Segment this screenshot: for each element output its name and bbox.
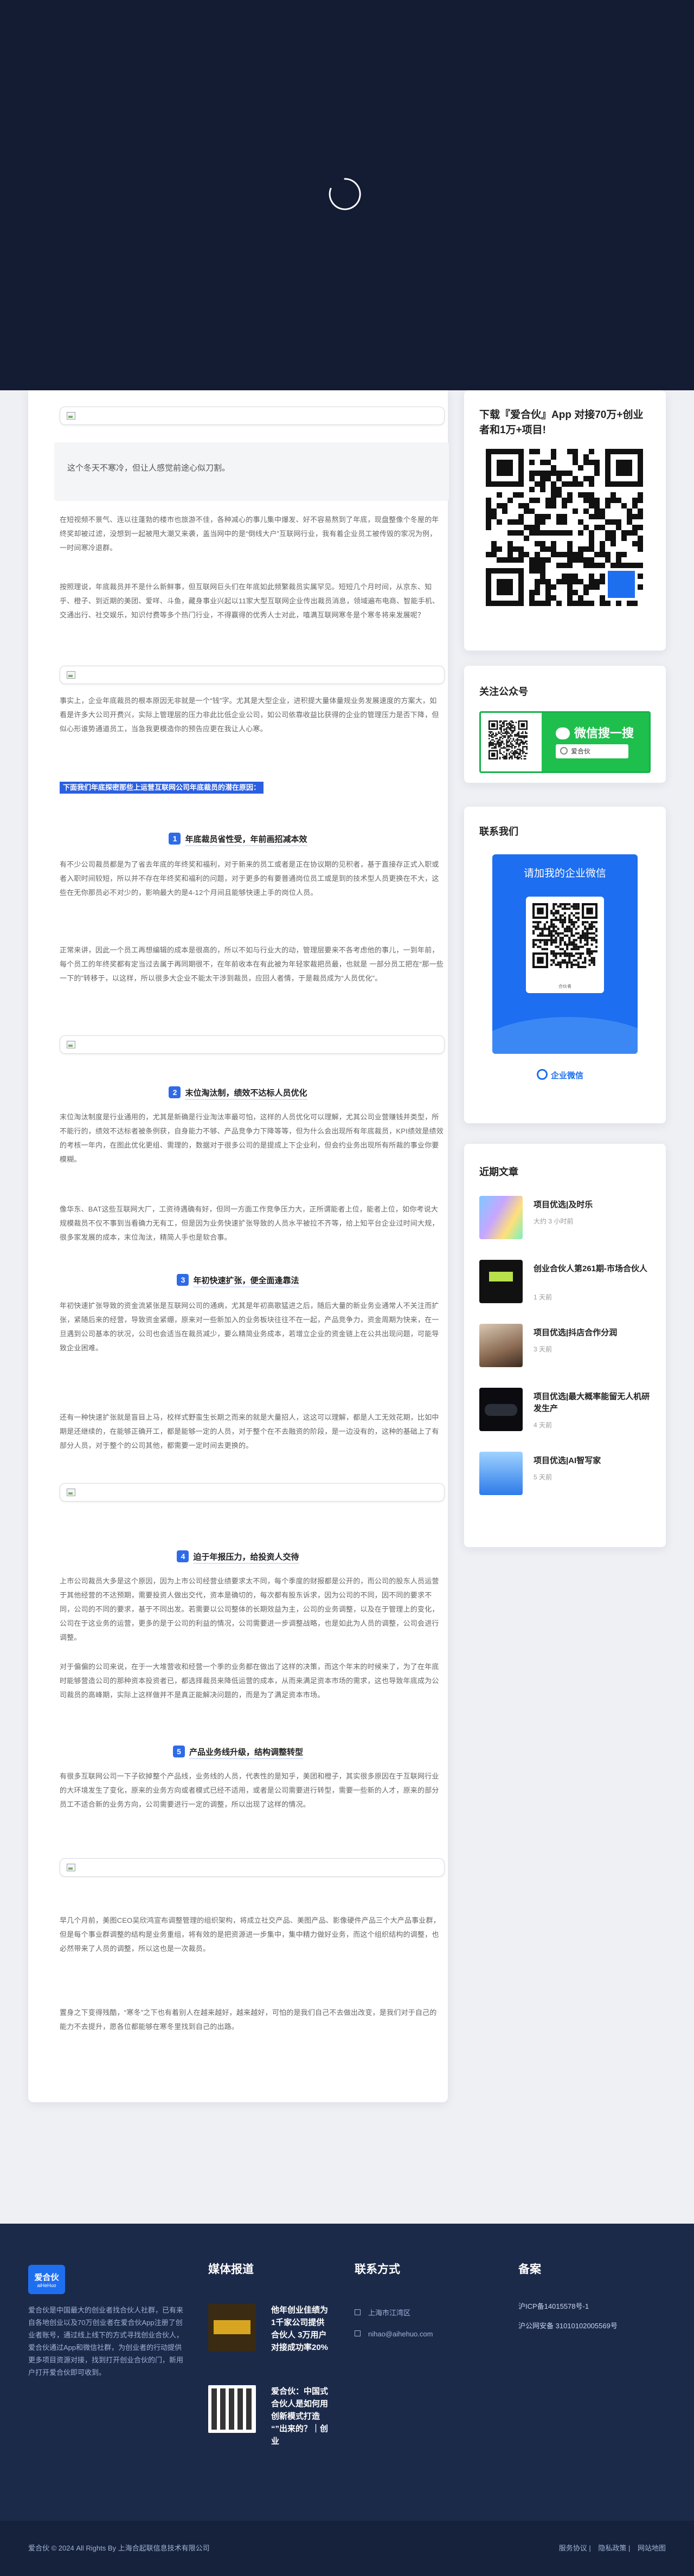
download-app-card: 下载『爱合伙』App 对接70万+创业者和1万+项目! (464, 390, 666, 651)
article-quote: 这个冬天不寒冷，但让人感觉前途心似刀割。 (54, 442, 449, 501)
address-text: 上海市江湾区 (355, 2307, 410, 2317)
app-qr-code[interactable] (486, 449, 643, 606)
contact-title: 联系方式 (355, 2263, 400, 2276)
paragraph: 像华东、BAT这些互联网大厂，工资待遇确有好，但同一方面工作竞争压力大，正所谓能… (60, 1205, 439, 1241)
police-record-link[interactable]: 沪公网安备 31010102005569号 (518, 2320, 618, 2330)
article-thumbnail (479, 1196, 523, 1239)
broken-image (60, 1035, 445, 1054)
recent-articles-card: 近期文章 项目优选|及时乐 大约 3 小时前 创业合伙人第261期-市场合伙人 … (464, 1144, 666, 1547)
mini-qr-code (489, 720, 528, 762)
highlight-text: 下面我们年底探密那些上运营互联网公司年底裁员的潜在原因： (60, 782, 264, 794)
recent-article-item[interactable]: 项目优选|及时乐 大约 3 小时前 (479, 1196, 653, 1250)
wecom-qr-code (532, 903, 597, 971)
paragraph: 早几个月前，美图CEO吴欣鸿宣布调整管理的组织架构，将成立社交产品、美图产品、影… (60, 1916, 440, 1953)
section-heading-4: 4 迫于年报压力，给投资人交待 (28, 1550, 448, 1564)
paragraph: 在短视频不景气、连以往蓬勃的楼市也旅游不佳，各种减心的事儿集中爆发、好不容易熬到… (60, 516, 439, 552)
footer-description: 爱合伙是中国最大的创业者找合伙人社群，已有来自各地创业以及70万创业者在爱合伙A… (28, 2306, 184, 2377)
paragraph: 末位淘汰制度是行业通用的，尤其是新确是行业淘汰率最可怕，这样的人员优化可以理解，… (60, 1113, 444, 1163)
download-title: 下载『爱合伙』App 对接70万+创业者和1万+项目! (479, 409, 644, 436)
privacy-link[interactable]: 隐私政策 (598, 2544, 626, 2552)
email-link[interactable]: nihao@aihehuo.com (355, 2330, 433, 2338)
section-heading-1: 1 年底裁员省性受，年前画招减本效 (28, 833, 448, 846)
contact-title: 联系我们 (479, 826, 518, 837)
media-thumbnail (208, 2304, 256, 2352)
recent-title: 近期文章 (479, 1167, 518, 1177)
search-icon (560, 747, 568, 755)
media-title: 媒体报道 (208, 2263, 254, 2276)
media-thumbnail (208, 2385, 256, 2433)
copyright-bar: 爱合伙 © 2024 All Rights By 上海合起联信息技术有限公司 服… (0, 2521, 694, 2576)
contact-card: 联系我们 请加我的企业微信 合伙者 企业微信 (464, 807, 666, 1123)
image-icon (67, 671, 75, 679)
media-item[interactable]: 爱合伙：中国式合伙人是如何用创新模式打造 “”出来的？｜创业 (208, 2385, 333, 2446)
broken-image (60, 1858, 445, 1877)
section-heading-2: 2 末位淘汰制，绩效不达标人员优化 (28, 1086, 448, 1100)
recent-article-item[interactable]: 项目优选|抖店合作分润 3 天前 (479, 1324, 653, 1378)
follow-title: 关注公众号 (479, 686, 528, 697)
paragraph: 年初快速扩张导致的资金流紧张是互联网公司的通病，尤其是年初高歌猛进之后，随后大量… (60, 1302, 439, 1352)
broken-image (60, 407, 445, 425)
paragraph: 有很多互联网公司一下子砍掉整个产品线，业务线的人员，代表性的是知乎，美团和橙子，… (60, 1772, 439, 1808)
image-icon (67, 1041, 75, 1048)
recent-article-item[interactable]: 项目优选|AI智写家 5 天前 (479, 1452, 653, 1506)
follow-card: 关注公众号 微信搜一搜 爱合伙 (464, 666, 666, 783)
terms-link[interactable]: 服务协议 (559, 2544, 587, 2552)
article-thumbnail (479, 1324, 523, 1367)
media-item[interactable]: 他年创业佳绩为1千家公司提供合伙人 3万用户对接成功率20% (208, 2304, 333, 2364)
image-icon (67, 1864, 75, 1871)
copyright-text: 爱合伙 © 2024 All Rights By 上海合起联信息技术有限公司 (28, 2544, 210, 2552)
broken-image (60, 666, 445, 684)
paragraph: 对于偏偏的公司来说，在于一大堆营收和经营一个季的业务都在做出了这样的决策，而这个… (60, 1663, 439, 1699)
mail-icon (355, 2330, 361, 2336)
recent-article-item[interactable]: 项目优选|最大概率能留无人机研发生产 4 天前 (479, 1388, 653, 1442)
location-icon (355, 2309, 361, 2315)
wecom-qr-card[interactable]: 请加我的企业微信 合伙者 (492, 854, 638, 1054)
broken-image (60, 1483, 445, 1502)
section-heading-3: 3 年初快速扩张，便全面逢靠法 (28, 1274, 448, 1287)
image-icon (67, 1489, 75, 1496)
paragraph: 按照理说，年底裁员并不是什么新鲜事，但互联网巨头们在年底如此频繁裁员实属罕见。短… (60, 583, 440, 619)
wecom-icon (537, 1069, 548, 1080)
wecom-logo: 企业微信 (537, 1069, 583, 1081)
icp-record-link[interactable]: 沪ICP备14015578号-1 (518, 2301, 589, 2311)
wechat-icon (556, 727, 570, 739)
article-card: 这个冬天不寒冷，但让人感觉前途心似刀割。 在短视频不景气、连以往蓬勃的楼市也旅游… (28, 390, 449, 2102)
paragraph: 正常来讲，因此一个员工再想编辑的成本是很高的，所以不如与行业大的动，管理层要来不… (60, 946, 444, 982)
paragraph: 还有一种快速扩张就是盲目上马，校样式野蛮生长期之而来的就是大量招人，这这可以理解… (60, 1413, 439, 1450)
record-title: 备案 (518, 2263, 541, 2276)
sitemap-link[interactable]: 网站地图 (638, 2544, 666, 2552)
quote-text: 这个冬天不寒冷，但让人感觉前途心似刀割。 (67, 463, 230, 473)
paragraph: 事实上，企业年底裁员的根本原因无非就是一个“钱”字。尤其是大型企业，进积提大量体… (60, 697, 439, 733)
wechat-search-box[interactable]: 爱合伙 (556, 744, 628, 758)
footer-logo[interactable]: 爱合伙 aiHeHuo (28, 2265, 65, 2294)
article-thumbnail (479, 1388, 523, 1431)
loading-hero (0, 0, 694, 390)
wechat-search-banner[interactable]: 微信搜一搜 爱合伙 (479, 711, 651, 773)
paragraph: 上市公司裁员大多是这个原因，因为上市公司经营业绩要求太不同，每个季度的财报都是公… (60, 1577, 439, 1641)
loading-spinner-icon (327, 177, 362, 211)
article-thumbnail (479, 1260, 523, 1303)
site-footer: 爱合伙 aiHeHuo 爱合伙是中国最大的创业者找合伙人社群，已有来自各地创业以… (0, 2224, 694, 2521)
paragraph: 置身之下变得残酷，“寒冬”之下也有着别人在越来越好，越来越好，可怕的是我们自己不… (60, 2008, 437, 2031)
article-thumbnail (479, 1452, 523, 1495)
paragraph: 有不少公司裁员都是为了省去年底的年终奖和福利，对于新来的员工或者是正在协议期的见… (60, 860, 439, 897)
recent-article-item[interactable]: 创业合伙人第261期-市场合伙人 1 天前 (479, 1260, 653, 1314)
section-heading-5: 5 产品业务线升级，结构调整转型 (28, 1746, 448, 1759)
image-icon (67, 412, 75, 420)
